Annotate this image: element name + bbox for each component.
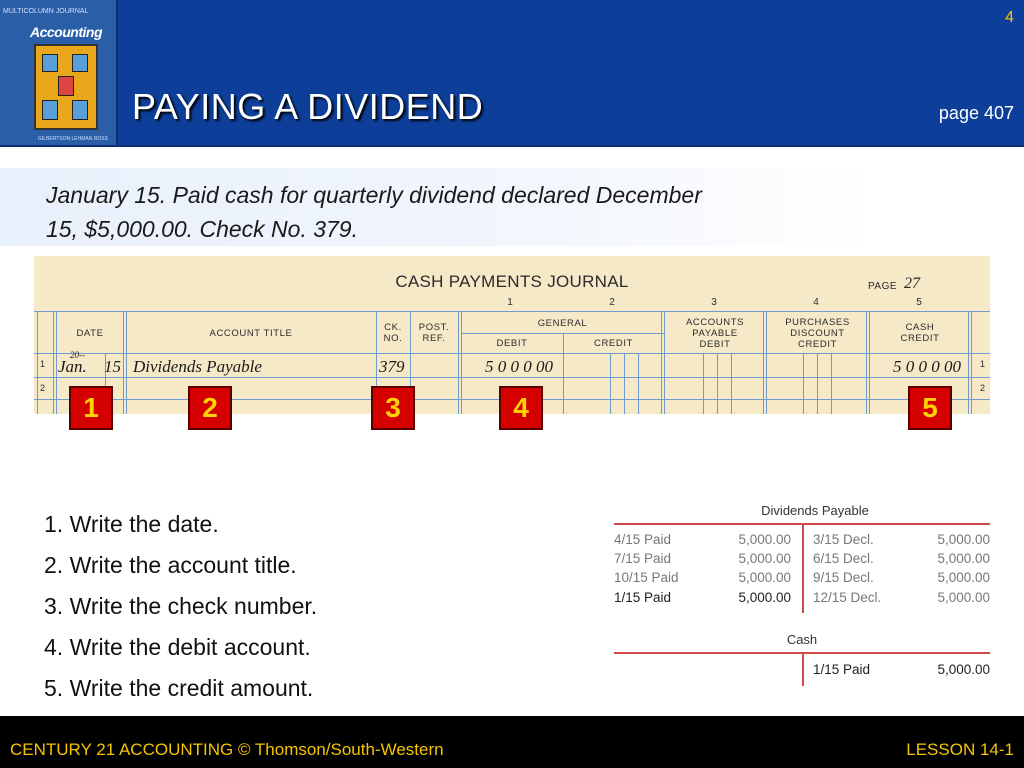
t-credit-label: 12/15 Decl. xyxy=(813,590,882,605)
step-item: 1. Write the date. xyxy=(44,511,219,537)
steps-list: 1. Write the date. 2. Write the account … xyxy=(44,506,317,711)
entry-day: 15 xyxy=(104,357,121,376)
transaction-line-2: 15, $5,000.00. Check No. 379. xyxy=(46,216,358,242)
t-credit-amount: 5,000.00 xyxy=(937,570,990,585)
transaction-line-1: January 15. Paid cash for quarterly divi… xyxy=(46,182,702,208)
check-number-header: CK. NO. xyxy=(383,322,403,344)
accounts-payable-debit-header: ACCOUNTS PAYABLE DEBIT xyxy=(685,317,745,350)
t-credit-label: 3/15 Decl. xyxy=(813,532,874,547)
column-number: 1 xyxy=(507,297,513,308)
post-ref-header: POST. REF. xyxy=(418,322,450,344)
t-debit-label: 1/15 Paid xyxy=(614,590,672,605)
step-item: 3. Write the check number. xyxy=(44,593,318,619)
callout-2: 2 xyxy=(188,386,232,430)
callout-1: 1 xyxy=(69,386,113,430)
callout-4: 4 xyxy=(499,386,543,430)
cover-authors: GILBERTSON LEHMAN ROSS xyxy=(38,136,108,142)
t-credit-label: 6/15 Decl. xyxy=(813,551,874,566)
entry-check-number: 379 xyxy=(379,357,405,376)
t-credit-amount: 5,000.00 xyxy=(937,590,990,605)
t-debit-label: 10/15 Paid xyxy=(614,570,679,585)
page-reference: page 407 xyxy=(938,103,1014,123)
t-debit-amount: 5,000.00 xyxy=(738,551,791,566)
cover-top-text: MULTICOLUMN JOURNAL xyxy=(3,8,89,15)
column-number: 2 xyxy=(609,297,615,308)
t-debit-label: 7/15 Paid xyxy=(614,551,672,566)
footer-copyright: CENTURY 21 ACCOUNTING © Thomson/South-We… xyxy=(10,740,444,759)
t-account-divider xyxy=(802,523,804,613)
journal-page-label: PAGE xyxy=(868,281,898,292)
column-number: 4 xyxy=(813,297,819,308)
t-credit-amount: 5,000.00 xyxy=(937,551,990,566)
t-credit-label: 9/15 Decl. xyxy=(813,570,874,585)
t-account-title-cash: Cash xyxy=(786,632,818,647)
step-item: 4. Write the debit account. xyxy=(44,634,311,660)
general-credit-header: CREDIT xyxy=(594,338,633,349)
journal-page-number: 27 xyxy=(904,275,920,292)
t-credit-amount: 5,000.00 xyxy=(937,662,990,677)
callout-5: 5 xyxy=(908,386,952,430)
slide-number: 4 xyxy=(1005,9,1014,26)
step-item: 5. Write the credit amount. xyxy=(44,675,314,701)
t-credit-amount: 5,000.00 xyxy=(937,532,990,547)
t-account-divider xyxy=(802,652,804,686)
t-debit-amount: 5,000.00 xyxy=(738,532,791,547)
general-debit-header: DEBIT xyxy=(496,338,528,349)
transaction-description: January 15. Paid cash for quarterly divi… xyxy=(46,178,876,246)
general-header: GENERAL xyxy=(537,318,588,329)
t-account-title-dividends-payable: Dividends Payable xyxy=(761,503,869,518)
cash-credit-header: CASH CREDIT xyxy=(900,322,940,344)
cover-building-illustration xyxy=(34,44,98,130)
entry-cash-credit: 5 0 0 0 00 xyxy=(893,357,961,376)
step-item: 2. Write the account title. xyxy=(44,552,297,578)
cover-title: Accounting xyxy=(30,24,103,40)
row-number: 2 xyxy=(40,383,46,393)
entry-general-debit: 5 0 0 0 00 xyxy=(485,357,553,376)
t-credit-label: 1/15 Paid xyxy=(813,662,871,677)
account-title-header: ACCOUNT TITLE xyxy=(209,328,293,339)
page-title: PAYING A DIVIDEND xyxy=(132,86,484,127)
column-number: 3 xyxy=(711,297,717,308)
row-number: 1 xyxy=(40,359,46,369)
callout-3: 3 xyxy=(371,386,415,430)
textbook-cover-image: MULTICOLUMN JOURNAL Accounting GILBERTSO… xyxy=(0,0,118,145)
t-debit-label: 4/15 Paid xyxy=(614,532,672,547)
entry-month: Jan. xyxy=(58,357,87,376)
journal-title: CASH PAYMENTS JOURNAL xyxy=(395,272,629,291)
row-number: 2 xyxy=(980,383,986,393)
date-header: DATE xyxy=(76,328,104,339)
t-debit-amount: 5,000.00 xyxy=(738,590,791,605)
entry-account-title: Dividends Payable xyxy=(133,357,262,376)
row-number: 1 xyxy=(980,359,986,369)
t-debit-amount: 5,000.00 xyxy=(738,570,791,585)
purchases-discount-credit-header: PURCHASES DISCOUNT CREDIT xyxy=(785,317,850,350)
column-number: 5 xyxy=(916,297,922,308)
footer-lesson: LESSON 14-1 xyxy=(906,740,1014,759)
